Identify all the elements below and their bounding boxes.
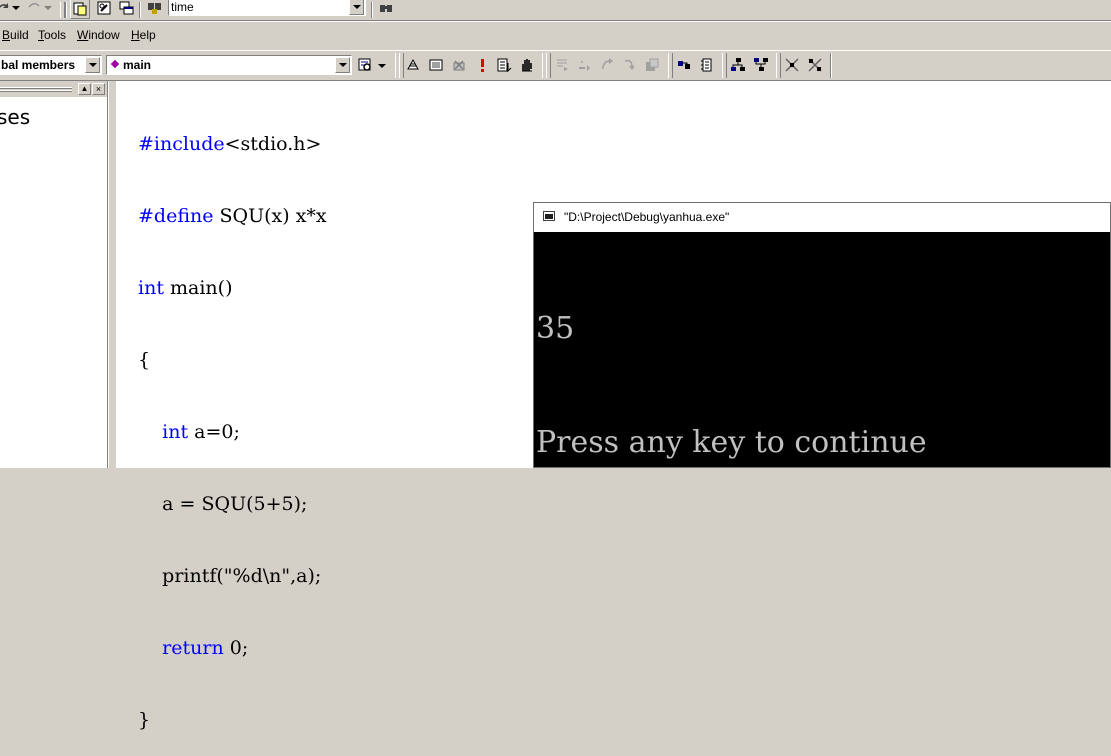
- window-list-icon[interactable]: [117, 0, 135, 17]
- console-output: 35 Press any key to continue: [536, 234, 927, 538]
- code-text[interactable]: #include<stdio.h> #define SQU(x) x*x int…: [138, 84, 327, 756]
- class-scope-value: bal members: [1, 58, 76, 72]
- standard-toolbar: time: [0, 0, 1111, 21]
- variables-icon[interactable]: [698, 56, 716, 74]
- workspace-icon[interactable]: [70, 0, 90, 19]
- watch-icon[interactable]: [675, 56, 693, 74]
- build-icon[interactable]: [427, 56, 445, 74]
- wizardbar-action-dropdown-icon[interactable]: [378, 64, 386, 68]
- run-to-cursor-icon[interactable]: [620, 56, 638, 74]
- redo-icon[interactable]: [0, 0, 12, 16]
- console-app-icon: [543, 211, 555, 221]
- console-output-line: Press any key to continue: [536, 425, 927, 460]
- workspace-pane-header: ▲ ×: [0, 81, 107, 97]
- workspace-tree-text[interactable]: ses: [0, 105, 30, 129]
- find-icon[interactable]: [377, 0, 395, 17]
- wizard-bar: bal members main: [0, 50, 1111, 81]
- compile-icon[interactable]: [404, 56, 422, 74]
- wizardbar-action-icon[interactable]: [356, 56, 374, 74]
- code-line: printf("%d\n",a);: [162, 565, 322, 587]
- class-scope-dropdown[interactable]: [85, 57, 100, 73]
- code-line: return 0;: [162, 637, 249, 659]
- find-in-files-icon[interactable]: [146, 0, 164, 17]
- function-combo[interactable]: main: [106, 55, 352, 75]
- redo-dropdown-icon[interactable]: [12, 6, 20, 10]
- menu-build[interactable]: Build: [2, 28, 29, 42]
- pane-splitter[interactable]: [108, 81, 116, 468]
- redo-alt-dropdown-icon[interactable]: [44, 6, 52, 10]
- go-icon[interactable]: [495, 56, 513, 74]
- code-line: int a=0;: [162, 421, 240, 443]
- derived-classes-icon[interactable]: [806, 56, 824, 74]
- code-line: a = SQU(5+5);: [162, 493, 308, 515]
- menu-bar: Build Tools Window Help: [0, 21, 1111, 49]
- execute-icon[interactable]: [473, 56, 491, 74]
- step-over-icon[interactable]: [575, 56, 593, 74]
- find-combo-dropdown[interactable]: [349, 0, 364, 15]
- function-combo-dropdown[interactable]: [335, 57, 350, 73]
- call-graph-icon[interactable]: [729, 56, 747, 74]
- step-out-icon[interactable]: [598, 56, 616, 74]
- code-line: {: [138, 349, 151, 371]
- pane-maximize-button[interactable]: ▲: [78, 83, 91, 95]
- console-title: "D:\Project\Debug\yanhua.exe": [564, 210, 730, 224]
- class-tree-icon[interactable]: [783, 56, 801, 74]
- breakpoint-hand-icon[interactable]: [518, 56, 536, 74]
- menu-help[interactable]: Help: [131, 28, 156, 42]
- apply-code-changes-icon[interactable]: [643, 56, 661, 74]
- callers-graph-icon[interactable]: [752, 56, 770, 74]
- class-scope-combo[interactable]: bal members: [0, 55, 102, 75]
- workspace-pane: ▲ × ses: [0, 81, 108, 468]
- find-combo[interactable]: time: [168, 0, 366, 16]
- pane-close-button[interactable]: ×: [92, 83, 105, 95]
- function-combo-value: main: [123, 58, 152, 72]
- menu-tools[interactable]: Tools: [38, 28, 66, 42]
- code-line: }: [138, 709, 151, 731]
- console-title-bar[interactable]: "D:\Project\Debug\yanhua.exe": [534, 203, 1110, 232]
- stop-build-icon[interactable]: [450, 56, 468, 74]
- output-icon[interactable]: [95, 0, 113, 17]
- member-function-icon: [110, 59, 120, 69]
- code-line: int main(): [138, 277, 233, 299]
- find-combo-value: time: [171, 0, 194, 14]
- redo-alt-icon[interactable]: [25, 0, 43, 16]
- code-line: #include<stdio.h>: [138, 133, 322, 155]
- code-line: #define SQU(x) x*x: [138, 205, 327, 227]
- console-window[interactable]: "D:\Project\Debug\yanhua.exe" 35 Press a…: [533, 202, 1111, 468]
- menu-window[interactable]: Window: [77, 28, 120, 42]
- console-output-line: 35: [536, 311, 575, 346]
- step-into-icon[interactable]: [553, 56, 571, 74]
